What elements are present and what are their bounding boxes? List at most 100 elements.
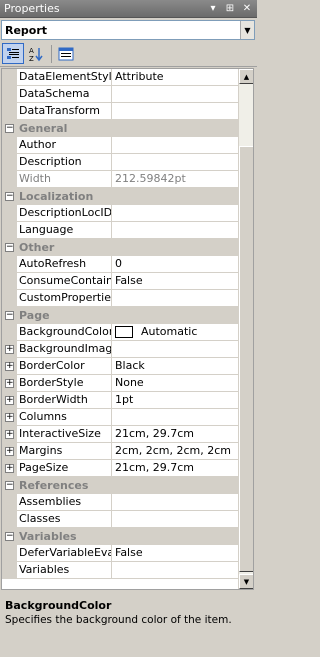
property-row[interactable]: + Columns xyxy=(2,409,240,426)
property-name[interactable]: Variables xyxy=(17,562,112,579)
property-row[interactable]: BackgroundColor Automatic xyxy=(2,324,240,341)
alphabetical-button[interactable]: A Z xyxy=(25,43,47,64)
property-value[interactable]: 21cm, 29.7cm xyxy=(112,460,240,477)
property-name[interactable]: AutoRefresh xyxy=(17,256,112,273)
property-name[interactable]: CustomProperties xyxy=(17,290,112,307)
object-selector[interactable]: Report ▼ xyxy=(1,20,255,40)
expand-icon[interactable]: + xyxy=(2,341,17,358)
property-value[interactable] xyxy=(112,409,240,426)
property-name[interactable]: Description xyxy=(17,154,112,171)
property-row[interactable]: + BorderWidth 1pt xyxy=(2,392,240,409)
property-name[interactable]: BorderStyle xyxy=(17,375,112,392)
category-row[interactable]: − General xyxy=(2,120,240,137)
expand-icon[interactable]: + xyxy=(2,409,17,426)
property-row[interactable]: Description xyxy=(2,154,240,171)
expand-icon[interactable]: + xyxy=(2,460,17,477)
property-value[interactable] xyxy=(112,205,240,222)
property-row[interactable]: Language xyxy=(2,222,240,239)
property-row[interactable]: AutoRefresh 0 xyxy=(2,256,240,273)
property-value[interactable] xyxy=(112,290,240,307)
property-row[interactable]: DataTransform xyxy=(2,103,240,120)
property-value[interactable] xyxy=(112,494,240,511)
vertical-scrollbar[interactable]: ▲ ▼ xyxy=(238,69,253,589)
property-name[interactable]: Columns xyxy=(17,409,112,426)
category-row[interactable]: − References xyxy=(2,477,240,494)
property-name[interactable]: DescriptionLocID xyxy=(17,205,112,222)
property-name[interactable]: DataTransform xyxy=(17,103,112,120)
property-name[interactable]: InteractiveSize xyxy=(17,426,112,443)
property-value[interactable]: Black xyxy=(112,358,240,375)
property-name[interactable]: PageSize xyxy=(17,460,112,477)
category-row[interactable]: − Variables xyxy=(2,528,240,545)
property-row[interactable]: Width 212.59842pt xyxy=(2,171,240,188)
property-value[interactable] xyxy=(112,562,240,579)
property-row[interactable]: Classes xyxy=(2,511,240,528)
scroll-up-button[interactable]: ▲ xyxy=(239,69,253,84)
window-position-icon[interactable]: ▾ xyxy=(206,3,220,14)
collapse-icon[interactable]: − xyxy=(2,120,17,137)
property-value[interactable] xyxy=(112,222,240,239)
scroll-thumb[interactable] xyxy=(239,146,253,572)
property-name[interactable]: Assemblies xyxy=(17,494,112,511)
property-value[interactable]: 1pt xyxy=(112,392,240,409)
property-row[interactable]: + InteractiveSize 21cm, 29.7cm xyxy=(2,426,240,443)
property-row[interactable]: + Margins 2cm, 2cm, 2cm, 2cm xyxy=(2,443,240,460)
property-value[interactable]: False xyxy=(112,545,240,562)
collapse-icon[interactable]: − xyxy=(2,307,17,324)
property-row[interactable]: + BackgroundImage xyxy=(2,341,240,358)
collapse-icon[interactable]: − xyxy=(2,477,17,494)
property-name[interactable]: BackgroundImage xyxy=(17,341,112,358)
property-value[interactable] xyxy=(112,511,240,528)
property-row[interactable]: CustomProperties xyxy=(2,290,240,307)
property-name[interactable]: BorderColor xyxy=(17,358,112,375)
property-value[interactable] xyxy=(112,103,240,120)
property-name[interactable]: DataSchema xyxy=(17,86,112,103)
property-name[interactable]: Language xyxy=(17,222,112,239)
property-row[interactable]: Assemblies xyxy=(2,494,240,511)
collapse-icon[interactable]: − xyxy=(2,188,17,205)
property-name[interactable]: Margins xyxy=(17,443,112,460)
property-value[interactable]: 0 xyxy=(112,256,240,273)
property-name[interactable]: BackgroundColor xyxy=(17,324,112,341)
property-name[interactable]: BorderWidth xyxy=(17,392,112,409)
property-row[interactable]: Author xyxy=(2,137,240,154)
category-row[interactable]: − Other xyxy=(2,239,240,256)
property-value[interactable]: 21cm, 29.7cm xyxy=(112,426,240,443)
property-value[interactable] xyxy=(112,86,240,103)
expand-icon[interactable]: + xyxy=(2,443,17,460)
expand-icon[interactable]: + xyxy=(2,426,17,443)
chevron-down-icon[interactable]: ▼ xyxy=(240,21,254,39)
property-value[interactable] xyxy=(112,154,240,171)
property-value[interactable]: False xyxy=(112,273,240,290)
property-value[interactable] xyxy=(112,341,240,358)
property-row[interactable]: DataElementStyle Attribute xyxy=(2,69,240,86)
property-value[interactable]: 2cm, 2cm, 2cm, 2cm xyxy=(112,443,240,460)
property-name[interactable]: DeferVariableEvalu xyxy=(17,545,112,562)
property-row[interactable]: DeferVariableEvaluFalse xyxy=(2,545,240,562)
property-row[interactable]: + BorderColor Black xyxy=(2,358,240,375)
property-value[interactable] xyxy=(112,137,240,154)
expand-icon[interactable]: + xyxy=(2,375,17,392)
category-row[interactable]: − Page xyxy=(2,307,240,324)
expand-icon[interactable]: + xyxy=(2,358,17,375)
scroll-down-button[interactable]: ▼ xyxy=(239,574,253,589)
property-name[interactable]: DataElementStyle xyxy=(17,69,112,86)
categorized-button[interactable] xyxy=(2,43,24,64)
property-row[interactable]: DescriptionLocID xyxy=(2,205,240,222)
property-name[interactable]: ConsumeContainer xyxy=(17,273,112,290)
property-value[interactable]: Automatic xyxy=(112,324,240,341)
property-row[interactable]: + BorderStyle None xyxy=(2,375,240,392)
property-name[interactable]: Width xyxy=(17,171,112,188)
property-value[interactable]: Attribute xyxy=(112,69,240,86)
category-row[interactable]: − Localization xyxy=(2,188,240,205)
expand-icon[interactable]: + xyxy=(2,392,17,409)
close-icon[interactable]: ✕ xyxy=(240,3,254,14)
property-name[interactable]: Author xyxy=(17,137,112,154)
property-row[interactable]: Variables xyxy=(2,562,240,579)
property-row[interactable]: + PageSize 21cm, 29.7cm xyxy=(2,460,240,477)
auto-hide-pin-icon[interactable]: ⊞ xyxy=(223,3,237,14)
property-value[interactable]: None xyxy=(112,375,240,392)
property-row[interactable]: DataSchema xyxy=(2,86,240,103)
property-name[interactable]: Classes xyxy=(17,511,112,528)
property-pages-button[interactable] xyxy=(55,43,77,64)
